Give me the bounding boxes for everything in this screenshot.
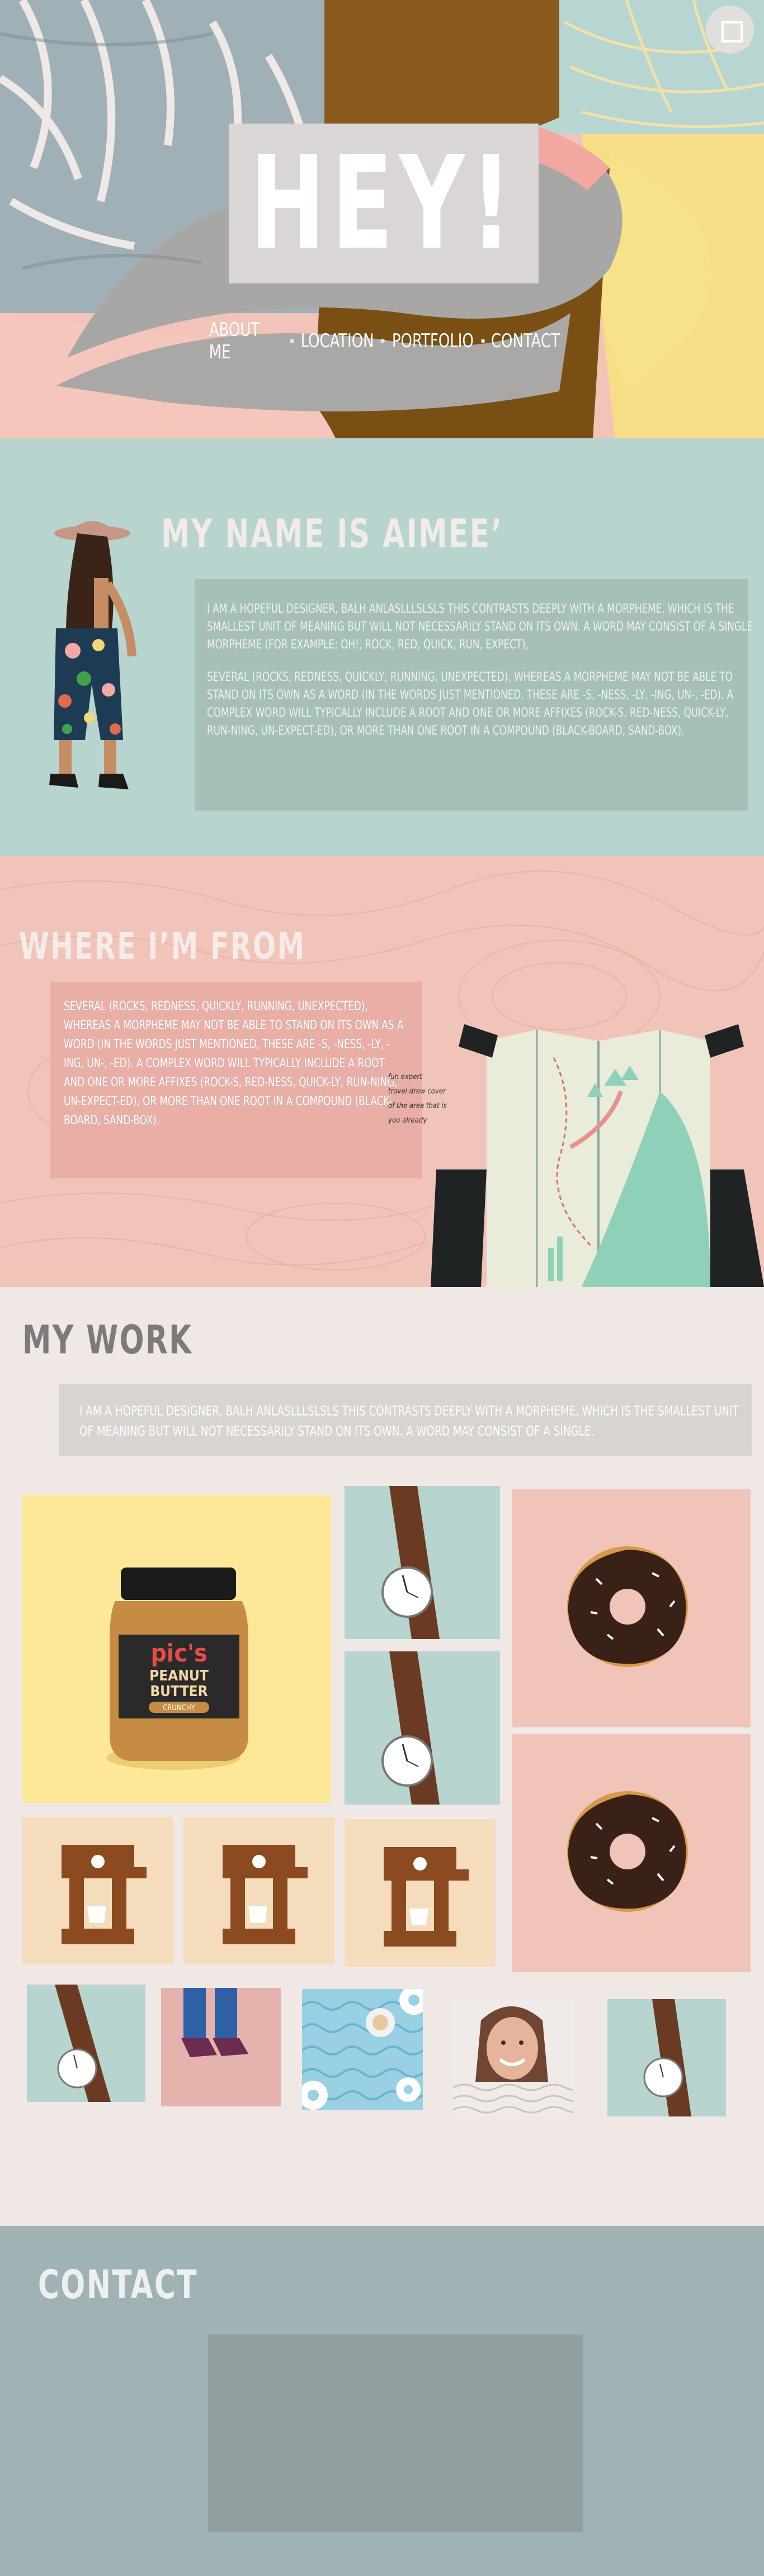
hero-title: HEY! [249, 129, 518, 278]
contact-form-area[interactable] [208, 2334, 583, 2532]
hero-section: HEY! ABOUT ME LOCATION PORTFOLIO CONTACT [0, 0, 764, 438]
contact-title: CONTACT [38, 2262, 199, 2308]
location-text-box: several (rocks, redness, quickly, runnin… [50, 982, 422, 1178]
wave-pattern-illustration [302, 1989, 423, 2110]
coffee-machine-illustration [384, 1847, 469, 1947]
portfolio-item-donut[interactable] [512, 1489, 751, 1727]
portfolio-item-watch[interactable] [345, 1651, 500, 1805]
portrait-illustration [453, 2006, 573, 2114]
portfolio-item-coffee[interactable] [345, 1819, 496, 1967]
about-text-box: I am a hopeful designer, balh anlaslllsl… [195, 579, 753, 811]
watch-illustration [381, 1486, 440, 1639]
nav-contact[interactable]: CONTACT [491, 330, 560, 352]
about-paragraph: I am a hopeful designer, balh anlaslllsl… [207, 602, 753, 652]
donut-illustration [567, 1791, 688, 1912]
location-section: WHERE I’M FROM several (rocks, redness, … [0, 856, 764, 1287]
contact-section: CONTACT [0, 2226, 764, 2576]
portfolio-item-watch-small[interactable] [607, 1999, 726, 2116]
portfolio-item-pattern[interactable] [302, 1989, 423, 2110]
portfolio-item-coffee[interactable] [183, 1817, 334, 1964]
nav-portfolio[interactable]: PORTFOLIO [392, 330, 474, 352]
coffee-machine-illustration [62, 1845, 147, 1944]
jar-line1: PEANUT [149, 1668, 209, 1684]
watch-illustration [643, 1999, 691, 2116]
shoes-illustration [181, 1988, 248, 2057]
portfolio-paragraph: I am a hopeful designer, balh anlaslllsl… [79, 1403, 739, 1439]
portfolio-section: MY WORK I am a hopeful designer, balh an… [0, 1287, 764, 2226]
about-paragraph: several (rocks, redness, quickly, runnin… [207, 670, 734, 738]
jar-line2: BUTTER [150, 1683, 207, 1700]
nav-separator [380, 339, 385, 343]
portfolio-item-donut[interactable] [512, 1734, 751, 1972]
portfolio-item-watch[interactable] [345, 1486, 500, 1639]
coffee-machine-illustration [223, 1845, 308, 1944]
about-section: MY NAME IS AIMEE’ I am a hopeful designe… [0, 438, 764, 856]
jar-illustration: pic's PEANUT BUTTER CRUNCHY [106, 1568, 248, 1770]
hero-title-box: HEY! [229, 124, 539, 283]
nav-location[interactable]: LOCATION [300, 330, 374, 352]
main-nav: ABOUT ME LOCATION PORTFOLIO CONTACT [202, 319, 566, 363]
watch-illustration [55, 1985, 111, 2102]
nav-separator [290, 339, 294, 343]
map-handwritten-note: fun expert travel drew cover of the area… [388, 1073, 447, 1125]
nav-separator [480, 339, 485, 343]
jar-brand: pic's [150, 1639, 207, 1668]
portfolio-text-box: I am a hopeful designer, balh anlaslllsl… [59, 1384, 752, 1456]
expand-icon[interactable] [706, 6, 754, 54]
nav-about-me[interactable]: ABOUT ME [209, 319, 284, 363]
portfolio-item-portrait[interactable] [453, 1998, 573, 2116]
location-paragraph: several (rocks, redness, quickly, runnin… [64, 1000, 404, 1128]
portfolio-item-coffee[interactable] [22, 1817, 173, 1964]
watch-illustration [381, 1651, 440, 1805]
aimee-illustration [49, 521, 136, 789]
portfolio-item-watch-small[interactable] [27, 1985, 145, 2102]
donut-illustration [567, 1546, 688, 1667]
jar-line3: CRUNCHY [163, 1704, 196, 1712]
portfolio-item-peanut-butter[interactable]: pic's PEANUT BUTTER CRUNCHY [22, 1495, 331, 1803]
about-title: MY NAME IS AIMEE’ [161, 511, 503, 557]
portfolio-item-shoes[interactable] [161, 1988, 281, 2106]
location-title: WHERE I’M FROM [19, 925, 306, 968]
portfolio-title: MY WORK [22, 1317, 193, 1363]
